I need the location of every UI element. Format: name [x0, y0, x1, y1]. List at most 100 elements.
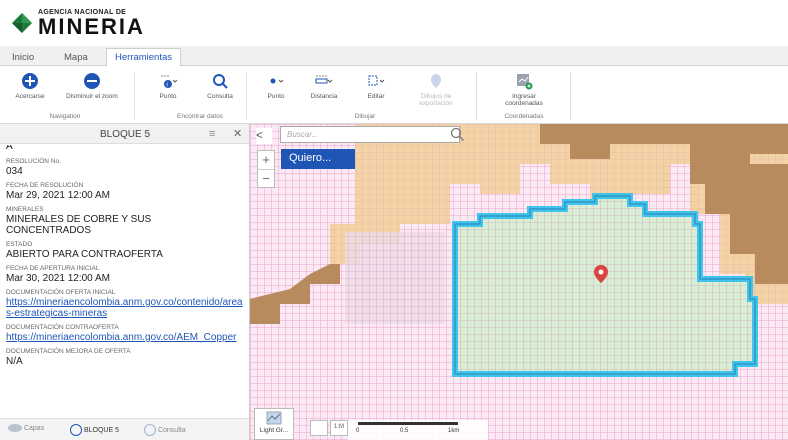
consulta-button[interactable]: Consulta	[192, 72, 248, 112]
distance-label: Distancia	[310, 93, 338, 100]
tab-mapa[interactable]: Mapa	[56, 49, 96, 66]
zoom-out-button[interactable]: Disminuir el zoom	[64, 72, 120, 112]
draw-point-icon	[270, 78, 284, 84]
edit-button[interactable]: Editar	[348, 72, 404, 112]
main-tabs: Inicio Mapa Herramientas	[0, 46, 788, 67]
map-canvas	[250, 124, 788, 440]
link-contraoferta[interactable]: https://mineriaencolombia.anm.gov.co/AEM…	[6, 332, 240, 343]
coordinates-icon	[517, 74, 533, 90]
consulta-label: Consulta	[207, 93, 233, 100]
field-doc-mejora: DOCUMENTACIÓN MEJORA DE OFERTA N/A	[6, 348, 249, 367]
group-navigation: Navigation	[49, 113, 81, 120]
group-coordenadas: Coordenadas	[504, 113, 544, 120]
edit-shape-icon	[368, 75, 385, 86]
info-search-icon	[70, 424, 82, 436]
menu-icon[interactable]: ≡	[209, 128, 215, 140]
divider	[570, 72, 571, 120]
panel-body: A RESOLUCIÓN No. 034 FECHA DE RESOLUCIÓN…	[0, 145, 249, 417]
scale-label-1: 0.5	[400, 428, 409, 434]
field-label: FECHA DE APERTURA INICIAL	[6, 265, 100, 272]
svg-text:i: i	[167, 83, 168, 89]
distance-button[interactable]: Distancia	[296, 72, 352, 112]
header: AGENCIA NACIONAL DE MINERIA	[0, 0, 788, 46]
field-value-truncated: A	[6, 145, 13, 152]
point-query-label: Punto	[159, 93, 177, 100]
panel-header: BLOQUE 5 ≡ ✕	[0, 124, 249, 144]
close-icon[interactable]: ✕	[233, 127, 242, 140]
field-label: MINERALES	[6, 206, 44, 213]
basemap-label: Light Gr...	[259, 427, 289, 434]
field-label: DOCUMENTACIÓN MEJORA DE OFERTA	[6, 348, 131, 355]
field-estado: ESTADO ABIERTO PARA CONTRAOFERTA	[6, 241, 249, 260]
link-oferta-inicial[interactable]: https://mineriaencolombia.anm.gov.co/con…	[6, 297, 244, 319]
draw-point-label: Punto	[267, 93, 285, 100]
logo-title: MINERIA	[38, 14, 145, 39]
edit-label: Editar	[367, 93, 385, 100]
field-resolucion: RESOLUCIÓN No. 034	[6, 158, 249, 177]
zoom-out-icon	[84, 73, 100, 89]
field-value: 034	[6, 166, 23, 177]
export-drawings-button[interactable]: Dibujos de exportación	[408, 72, 464, 112]
footer-tab-label: Capas	[23, 424, 45, 432]
logo-icon	[12, 13, 32, 33]
field-label: FECHA DE RESOLUCIÓN	[6, 182, 84, 189]
footer-tab-capas[interactable]: Capas	[8, 424, 44, 432]
field-value: MINERALES DE COBRE Y SUS CONCENTRADOS	[6, 214, 152, 236]
export-icon	[431, 74, 441, 88]
measure-icon	[315, 75, 333, 84]
footer-tab-consulta[interactable]: Consulta	[144, 424, 186, 436]
group-encontrar: Encontrar datos	[177, 113, 223, 120]
details-panel: BLOQUE 5 ≡ ✕ A RESOLUCIÓN No. 034 FECHA …	[0, 124, 250, 440]
field-label: DOCUMENTACIÓN OFERTA INICIAL	[6, 289, 116, 296]
field-doc-oferta-inicial: DOCUMENTACIÓN OFERTA INICIAL https://min…	[6, 289, 249, 319]
scale-line	[358, 422, 458, 425]
map-view[interactable]: < Buscar... + − Quiero... Light Gr... 1:…	[250, 124, 788, 440]
scale-bar: 0 0.5 1km	[348, 420, 488, 440]
field-label: RESOLUCIÓN No.	[6, 158, 61, 165]
scale-label-0: 0	[356, 428, 360, 434]
point-info-icon: i	[161, 75, 177, 89]
zoom-out-button[interactable]: −	[258, 169, 274, 187]
export-drawings-label: Dibujos de exportación	[419, 93, 453, 107]
field-label: DOCUMENTACIÓN CONTRAOFERTA	[6, 324, 119, 331]
field-value: Mar 30, 2021 12:00 AM	[6, 273, 110, 284]
field-value: N/A	[6, 356, 23, 367]
zoom-control: + −	[257, 150, 275, 188]
field-value: Mar 29, 2021 12:00 AM	[6, 190, 110, 201]
table-icon[interactable]	[310, 420, 328, 436]
tab-inicio[interactable]: Inicio	[4, 49, 42, 66]
divider	[476, 72, 477, 120]
field-value: ABIERTO PARA CONTRAOFERTA	[6, 249, 163, 260]
ingresar-coordenadas-button[interactable]: Ingresar coordenadas	[496, 72, 552, 112]
toolbar-ribbon: Acercarse Disminuir el zoom Navigation i…	[0, 66, 788, 124]
field-fecha-apertura: FECHA DE APERTURA INICIAL Mar 30, 2021 1…	[6, 265, 249, 284]
zoom-in-button[interactable]: Acercarse	[2, 72, 58, 112]
group-dibujar: Dibujar	[354, 113, 376, 120]
collapse-panel-button[interactable]: <	[256, 128, 272, 144]
layers-icon	[8, 424, 22, 432]
footer-tab-label: Consulta	[157, 426, 186, 434]
search-icon[interactable]	[450, 127, 465, 142]
search-icon	[213, 74, 228, 89]
tab-herramientas[interactable]: Herramientas	[106, 48, 182, 67]
quiero-button[interactable]: Quiero...	[281, 149, 355, 169]
query-icon	[144, 424, 156, 436]
map-scale-icon[interactable]: 1:M	[330, 420, 348, 436]
divider	[134, 72, 135, 120]
zoom-out-label: Disminuir el zoom	[66, 93, 118, 100]
field-label: ESTADO	[6, 241, 33, 248]
location-pin-icon[interactable]	[594, 265, 608, 283]
footer-tab-bloque[interactable]: BLOQUE 5	[70, 424, 119, 436]
scale-label-2: 1km	[448, 428, 460, 434]
point-query-button[interactable]: i Punto	[140, 72, 196, 112]
search-input[interactable]: Buscar...	[280, 126, 460, 143]
ingresar-coordenadas-label: Ingresar coordenadas	[505, 93, 543, 107]
divider	[246, 72, 247, 120]
field-minerales: MINERALES MINERALES DE COBRE Y SUS CONCE…	[6, 206, 249, 236]
footer-tab-label: BLOQUE 5	[83, 426, 119, 434]
panel-footer-tabs: Capas BLOQUE 5 Consulta	[0, 418, 249, 440]
basemap-icon	[266, 411, 282, 425]
basemap-selector[interactable]: Light Gr...	[254, 408, 294, 440]
zoom-in-icon	[22, 73, 38, 89]
zoom-in-button[interactable]: +	[258, 151, 274, 169]
